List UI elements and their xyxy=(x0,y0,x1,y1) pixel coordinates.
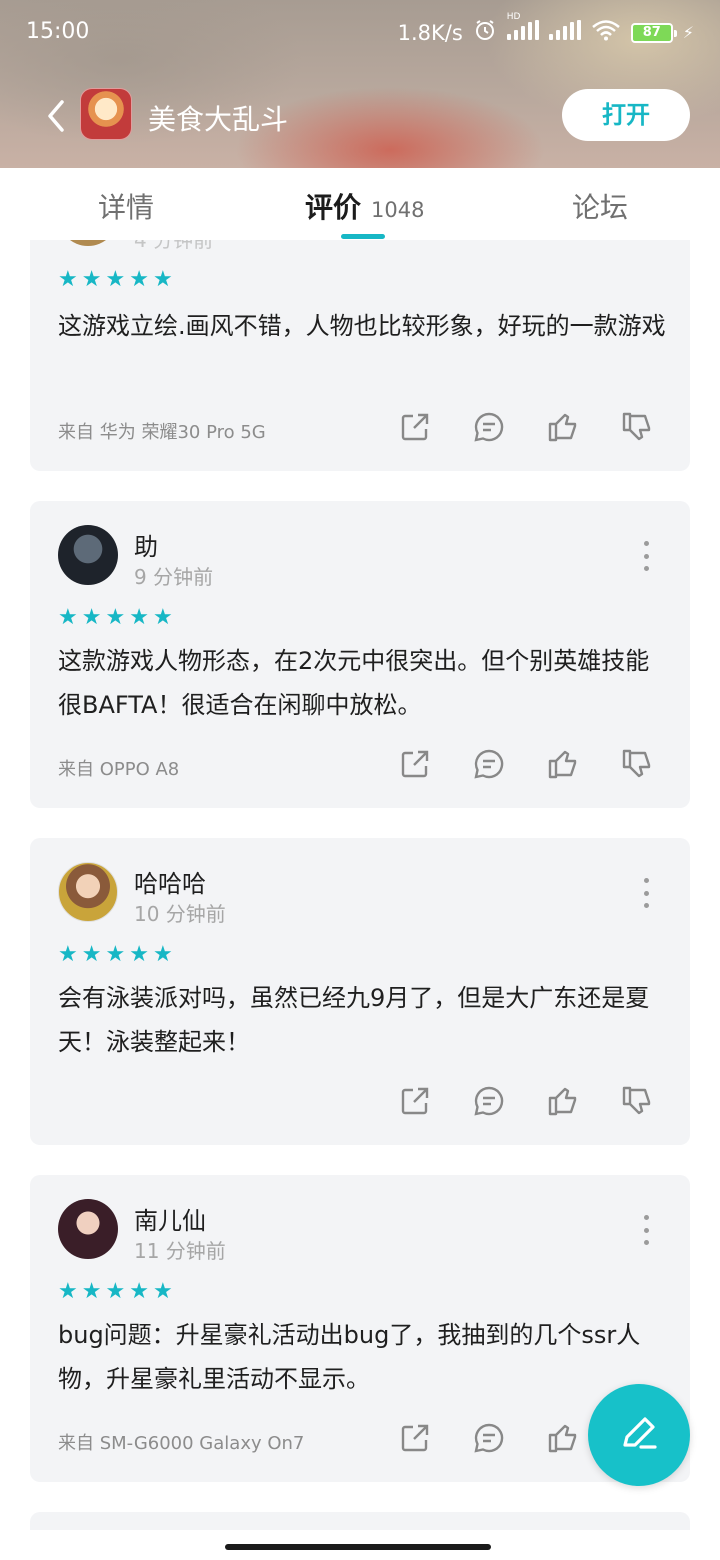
review-card: 哈哈哈 10 分钟前 ★ ★ ★ ★ ★ 会有泳装派对吗，虽然已经九9月了，但是大广东还… xyxy=(30,838,690,1145)
star-icon: ★ xyxy=(81,605,102,630)
review-actions xyxy=(398,410,654,444)
star-icon: ★ xyxy=(81,942,102,967)
rating-stars: ★ ★ ★ ★ ★ xyxy=(58,944,173,966)
review-card: 助 9 分钟前 ★ ★ ★ ★ ★ 这款游戏人物形态，在2次元中很突出。但个别英雄技能很… xyxy=(30,501,690,808)
pen-icon xyxy=(623,1417,657,1449)
rating-stars: ★ ★ ★ ★ ★ xyxy=(58,269,173,291)
tab-reviews-label: 评价 xyxy=(305,191,362,224)
share-icon[interactable] xyxy=(398,1084,432,1118)
star-icon: ★ xyxy=(129,942,149,967)
review-time: 11 分钟前 xyxy=(134,1239,226,1263)
tab-reviews[interactable]: 评价 1048 xyxy=(305,186,424,226)
device-info: 来自 华为 荣耀30 Pro 5G xyxy=(58,422,266,443)
star-icon: ★ xyxy=(81,267,102,292)
status-time: 15:00 xyxy=(26,19,90,44)
comment-icon[interactable] xyxy=(472,747,506,781)
tab-forum[interactable]: 论坛 xyxy=(572,186,628,226)
status-bar: 15:00 1.8K/s HD 87 ⚡ xyxy=(0,0,720,66)
hd-label: HD xyxy=(506,12,521,22)
home-indicator[interactable] xyxy=(225,1544,491,1550)
thumbs-down-icon[interactable] xyxy=(620,747,654,781)
star-icon: ★ xyxy=(152,605,173,630)
star-icon: ★ xyxy=(129,1279,149,1304)
app-title-row: 美食大乱斗 打开 xyxy=(0,84,720,148)
star-icon: ★ xyxy=(152,1279,173,1304)
rating-stars: ★ ★ ★ ★ ★ xyxy=(58,1281,173,1303)
avatar[interactable] xyxy=(58,862,118,922)
star-icon: ★ xyxy=(58,605,78,630)
thumbs-down-icon[interactable] xyxy=(620,410,654,444)
star-icon: ★ xyxy=(81,1279,102,1304)
star-icon: ★ xyxy=(129,267,149,292)
battery-icon: 87 xyxy=(630,22,677,43)
net-speed: 1.8K/s xyxy=(397,20,463,45)
tab-bar: 详情 评价 1048 论坛 xyxy=(0,168,720,240)
avatar[interactable] xyxy=(58,1199,118,1259)
signal-icon-2 xyxy=(548,20,581,45)
thumbs-up-icon[interactable] xyxy=(546,747,580,781)
write-review-button[interactable] xyxy=(588,1384,690,1486)
device-info: 来自 OPPO A8 xyxy=(58,759,180,780)
star-icon: ★ xyxy=(58,1279,78,1304)
chevron-left-icon[interactable] xyxy=(38,94,78,138)
comment-icon[interactable] xyxy=(472,1421,506,1455)
status-icons: 1.8K/s HD 87 ⚡ xyxy=(397,12,694,47)
review-text: 会有泳装派对吗，虽然已经九9月了，但是大广东还是夏天！泳装整起来！ xyxy=(58,984,650,1056)
star-icon: ★ xyxy=(152,942,173,967)
charging-icon: ⚡ xyxy=(682,23,694,42)
app-name: 美食大乱斗 xyxy=(148,103,289,136)
review-username[interactable]: 助 xyxy=(134,527,158,562)
avatar[interactable] xyxy=(58,240,118,246)
comment-icon[interactable] xyxy=(472,410,506,444)
avatar[interactable] xyxy=(58,525,118,585)
review-username[interactable]: 南儿仙 xyxy=(134,1201,206,1236)
star-icon: ★ xyxy=(105,267,126,292)
more-options-icon[interactable] xyxy=(642,1215,650,1245)
star-icon: ★ xyxy=(129,605,149,630)
review-text: bug问题：升星豪礼活动出bug了，我抽到的几个ssr人物，升星豪礼里活动不显示… xyxy=(58,1321,641,1393)
thumbs-up-icon[interactable] xyxy=(546,1421,580,1455)
review-count: 1048 xyxy=(371,198,425,222)
share-icon[interactable] xyxy=(398,747,432,781)
signal-icon: HD xyxy=(506,12,539,45)
app-header: 15:00 1.8K/s HD 87 ⚡ 美食大乱斗 打开 xyxy=(0,0,720,168)
comment-icon[interactable] xyxy=(472,1084,506,1118)
wifi-icon xyxy=(591,19,621,46)
star-icon: ★ xyxy=(58,267,78,292)
review-text: 这款游戏人物形态，在2次元中很突出。但个别英雄技能很BAFTA！很适合在闲聊中放… xyxy=(58,647,650,719)
app-icon xyxy=(80,88,132,140)
thumbs-up-icon[interactable] xyxy=(546,1084,580,1118)
star-icon: ★ xyxy=(152,267,173,292)
review-time: 9 分钟前 xyxy=(134,565,214,589)
alarm-icon xyxy=(473,18,497,47)
rating-stars: ★ ★ ★ ★ ★ xyxy=(58,607,173,629)
more-options-icon[interactable] xyxy=(642,541,650,571)
thumbs-down-icon[interactable] xyxy=(620,1084,654,1118)
more-options-icon[interactable] xyxy=(642,878,650,908)
tab-indicator xyxy=(341,234,385,239)
review-time: 10 分钟前 xyxy=(134,902,226,926)
tab-details[interactable]: 详情 xyxy=(98,186,154,226)
star-icon: ★ xyxy=(105,605,126,630)
open-button[interactable]: 打开 xyxy=(562,89,690,141)
review-text: 这游戏立绘.画风不错，人物也比较形象，好玩的一款游戏 xyxy=(58,312,666,340)
review-time: 4 分钟前 xyxy=(134,240,214,252)
star-icon: ★ xyxy=(105,942,126,967)
star-icon: ★ xyxy=(58,942,78,967)
share-icon[interactable] xyxy=(398,1421,432,1455)
review-feed[interactable]: 4 分钟前 ★ ★ ★ ★ ★ 这游戏立绘.画风不错，人物也比较形象，好玩的一款游戏 来… xyxy=(0,240,720,1530)
gesture-bar xyxy=(0,1530,720,1560)
review-card xyxy=(30,1512,690,1530)
review-actions xyxy=(398,1084,654,1118)
review-actions xyxy=(398,747,654,781)
star-icon: ★ xyxy=(105,1279,126,1304)
share-icon[interactable] xyxy=(398,410,432,444)
device-info: 来自 SM-G6000 Galaxy On7 xyxy=(58,1433,305,1454)
thumbs-up-icon[interactable] xyxy=(546,410,580,444)
review-username[interactable]: 哈哈哈 xyxy=(134,864,206,899)
review-card: 4 分钟前 ★ ★ ★ ★ ★ 这游戏立绘.画风不错，人物也比较形象，好玩的一款游戏 来… xyxy=(30,240,690,471)
